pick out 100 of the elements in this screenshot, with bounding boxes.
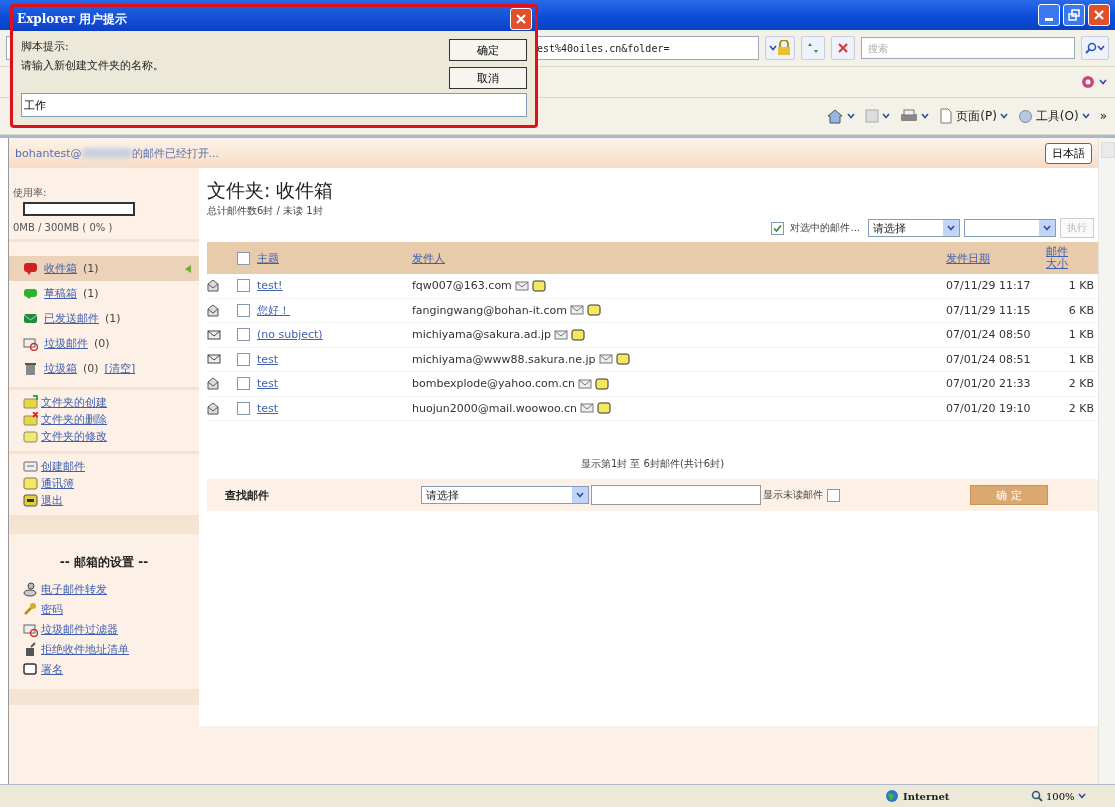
subject-link[interactable]: test xyxy=(257,352,279,366)
folder-item[interactable]: 垃圾箱 (0) [清空] xyxy=(9,356,199,381)
settings-link[interactable]: 电子邮件转发 xyxy=(41,581,107,597)
settings-link[interactable]: 密码 xyxy=(41,601,63,617)
date-text: 07/01/20 21:33 xyxy=(946,377,1031,391)
checkbox[interactable] xyxy=(237,328,250,342)
subject-link[interactable]: test! xyxy=(257,279,283,293)
settings-link[interactable]: 署名 xyxy=(41,661,63,677)
home-icon xyxy=(826,108,845,124)
caret-icon xyxy=(999,113,1008,119)
checkbox[interactable] xyxy=(827,488,840,502)
folder-item[interactable]: 已发送邮件 (1) xyxy=(9,306,199,331)
subject-link[interactable]: test xyxy=(257,377,279,391)
size-text: 1 KB xyxy=(1068,352,1094,366)
prompt-message: 请输入新创建文件夹的名称。 xyxy=(21,58,165,73)
folder-item[interactable]: 草稿箱 (1) xyxy=(9,281,199,306)
folder-link[interactable]: 草稿箱 xyxy=(44,286,77,301)
sender-text: huojun2000@mail.woowoo.cn xyxy=(412,401,577,415)
subject-link[interactable]: test xyxy=(257,401,279,415)
note-icon xyxy=(531,279,546,292)
address-dropdown-button[interactable] xyxy=(765,36,795,60)
caret-icon xyxy=(1043,225,1051,231)
dialog-button[interactable]: 确定 xyxy=(449,39,527,61)
close-icon xyxy=(515,13,527,25)
mail-summary: 总计邮件数6封 / 未读 1封 xyxy=(207,204,324,218)
redaction-mark xyxy=(81,148,132,158)
zoom-button[interactable]: 100% xyxy=(1025,789,1115,803)
open-envelope-icon xyxy=(207,303,219,317)
envelope-icon xyxy=(23,311,38,326)
caret-icon xyxy=(921,113,930,119)
status-text: 的邮件已经打开... xyxy=(131,145,220,161)
folder-count: (0) xyxy=(94,337,110,350)
arrow-icon xyxy=(185,264,191,273)
checkbox[interactable] xyxy=(237,401,250,415)
stop-button[interactable] xyxy=(831,36,855,60)
search-select[interactable]: 请选择 xyxy=(421,486,589,504)
size-text: 1 KB xyxy=(1068,328,1094,342)
envelope-icon xyxy=(23,621,38,637)
sidebar-link[interactable]: 通讯簿 xyxy=(41,476,74,491)
language-button[interactable]: 日本語 xyxy=(1045,142,1092,164)
menu-button[interactable]: 工具(O) xyxy=(1015,107,1092,125)
size-text: 1 KB xyxy=(1068,279,1094,293)
folder-item[interactable]: 垃圾邮件 (0) xyxy=(9,331,199,356)
sender-text: michiyama@sakura.ad.jp xyxy=(412,328,552,342)
column-header[interactable]: 邮件大小 xyxy=(1046,245,1070,271)
caret-icon xyxy=(882,113,891,119)
sender-text: fangingwang@bohan-it.com xyxy=(412,303,567,317)
subject-link[interactable]: 您好！ xyxy=(257,302,290,318)
search-button[interactable] xyxy=(1081,36,1109,60)
open-envelope-icon xyxy=(207,377,219,391)
search-input[interactable] xyxy=(591,485,761,505)
close-button[interactable] xyxy=(1088,4,1110,26)
magnifier-icon xyxy=(1031,790,1043,802)
folder-title: 文件夹: 收件箱 xyxy=(207,178,335,203)
envelope-icon xyxy=(207,354,221,365)
column-header[interactable]: 发件人 xyxy=(412,250,445,266)
refresh-button[interactable] xyxy=(801,36,825,60)
folder-link[interactable]: 垃圾箱 xyxy=(44,361,77,376)
sidebar-link[interactable]: 文件夹的删除 xyxy=(41,412,107,427)
folder-link[interactable]: 垃圾邮件 xyxy=(44,336,88,351)
name-input[interactable]: 工作 xyxy=(21,93,527,117)
column-header[interactable]: 主题 xyxy=(257,250,279,266)
checkbox[interactable] xyxy=(237,377,250,391)
toolbar-button[interactable] xyxy=(898,108,932,124)
subject-link[interactable]: (no subject) xyxy=(257,328,323,342)
folder-item[interactable]: 收件箱 (1) xyxy=(9,256,199,281)
folder-count: (1) xyxy=(83,262,99,275)
sidebar-link[interactable]: 文件夹的创建 xyxy=(41,395,107,410)
sidebar-link[interactable]: 文件夹的修改 xyxy=(41,429,107,444)
folder-link[interactable]: 已发送邮件 xyxy=(44,311,99,326)
note-icon xyxy=(595,377,609,390)
settings-link[interactable]: 垃圾邮件过滤器 xyxy=(41,621,118,637)
sender-text: bombexplode@yahoo.com.cn xyxy=(412,377,575,391)
date-text: 07/01/20 19:10 xyxy=(946,401,1031,415)
close-button[interactable] xyxy=(510,8,532,30)
speech-bubble-icon xyxy=(23,286,38,301)
search-field[interactable]: 搜索 xyxy=(861,37,1075,59)
caret-icon xyxy=(1099,79,1107,85)
select-all-checkbox[interactable] xyxy=(237,251,250,265)
flower-icon xyxy=(1080,74,1096,90)
checkbox[interactable] xyxy=(237,279,250,293)
column-header[interactable]: 发件日期 xyxy=(946,250,990,266)
target-select[interactable] xyxy=(964,219,1056,237)
overflow-button[interactable]: » xyxy=(1097,109,1109,123)
envelope-icon xyxy=(514,280,529,291)
search-icon xyxy=(1085,42,1097,54)
checkbox[interactable] xyxy=(237,352,250,366)
sidebar-link[interactable]: 创建邮件 xyxy=(41,459,85,474)
checkbox[interactable] xyxy=(237,303,250,317)
menu-button[interactable]: 页面(P) xyxy=(937,107,1010,125)
toolbar-button[interactable] xyxy=(863,109,893,123)
settings-link[interactable]: 拒绝收件地址清单 xyxy=(41,641,129,657)
minimize-button[interactable] xyxy=(1038,4,1060,26)
empty-link[interactable]: [清空] xyxy=(104,361,136,376)
size-text: 2 KB xyxy=(1068,401,1094,415)
dialog-button[interactable]: 取消 xyxy=(449,67,527,89)
refresh-icon xyxy=(806,42,820,54)
restore-button[interactable] xyxy=(1063,4,1085,26)
folder-link[interactable]: 收件箱 xyxy=(44,261,77,276)
sidebar-link[interactable]: 退出 xyxy=(41,493,63,508)
